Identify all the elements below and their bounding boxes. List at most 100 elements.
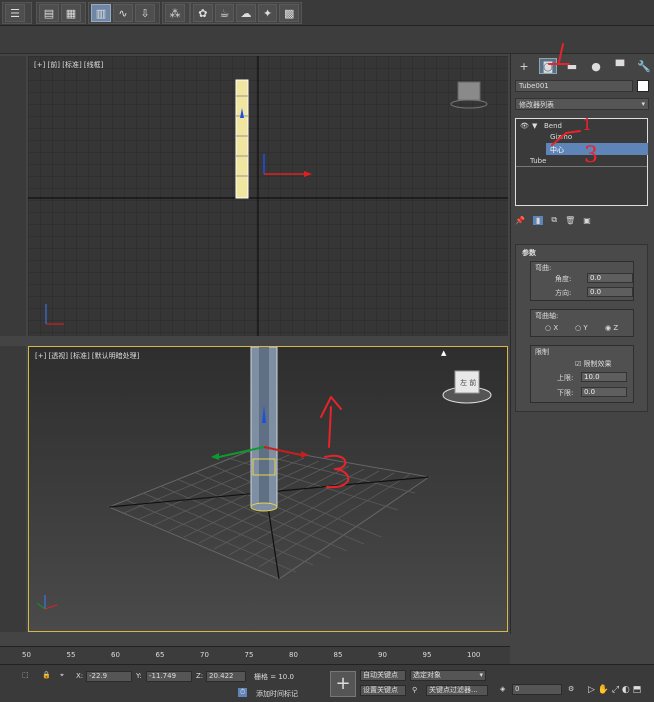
axis-z-radio[interactable]: ◉ Z bbox=[605, 324, 618, 332]
limits-label: 限制 bbox=[535, 348, 549, 356]
limit-effect-label: 限制效果 bbox=[583, 360, 612, 368]
timeline-tick-label: 80 bbox=[289, 651, 298, 659]
show-end-result-icon[interactable]: ▮ bbox=[532, 215, 544, 225]
axis-x-radio[interactable]: ○ X bbox=[545, 324, 558, 332]
object-color-swatch[interactable] bbox=[637, 80, 649, 92]
angle-spinner[interactable]: 0.0 bbox=[587, 273, 633, 283]
parameters-rollout: 参数 弯曲: 角度: 0.0 方向: 0.0 弯曲轴: ○ X ○ Y ◉ Z … bbox=[515, 244, 648, 412]
perspective-viewport-label[interactable]: [+] [透视] [标准] [默认明暗处理] bbox=[35, 351, 139, 361]
bend-axis-group: 弯曲轴: ○ X ○ Y ◉ Z bbox=[530, 309, 634, 337]
grid-size: 栅格 = 10.0 bbox=[254, 673, 294, 681]
lower-limit-spinner[interactable]: 0.0 bbox=[581, 387, 627, 397]
dope-sheet-icon[interactable]: ⇩ bbox=[135, 4, 155, 22]
toolbar-group-1: ☰ bbox=[2, 2, 32, 24]
render-icon[interactable]: ✦ bbox=[257, 4, 278, 22]
axis-x-label: X bbox=[553, 324, 559, 332]
schematic-view-icon[interactable]: ⁂ bbox=[165, 4, 185, 22]
layer-manager-icon[interactable]: ▤ bbox=[39, 4, 59, 22]
params-title[interactable]: 参数 bbox=[522, 248, 536, 258]
make-unique-icon[interactable]: ⧉ bbox=[551, 215, 557, 225]
direction-spinner[interactable]: 0.0 bbox=[587, 287, 633, 297]
stack-item-tube[interactable]: Tube bbox=[530, 157, 546, 165]
toolbar-group-2: ▤ ▦ bbox=[36, 2, 86, 24]
upper-limit-label: 上限: bbox=[557, 374, 574, 382]
left-viewport-edge-2[interactable] bbox=[0, 346, 26, 632]
modifier-stack[interactable]: 👁 ▼ Bend Gizmo 中心 Tube 1 3 bbox=[515, 115, 648, 206]
axis-y-radio[interactable]: ○ Y bbox=[575, 324, 588, 332]
command-panel-tabs: + ◙ ▬ ● ▀ 🔧 bbox=[515, 58, 653, 76]
curve-editor-icon[interactable]: ∿ bbox=[113, 4, 133, 22]
stack-divider bbox=[516, 166, 647, 167]
selected-object-label: 选定对象 bbox=[413, 671, 441, 679]
select-list-icon[interactable]: ☰ bbox=[5, 4, 25, 22]
eye-icon[interactable]: 👁 bbox=[520, 122, 529, 130]
bend-axis-label: 弯曲轴: bbox=[535, 312, 559, 320]
time-tag-icon[interactable]: ⏱ bbox=[238, 688, 248, 697]
auto-key-button[interactable]: 自动关键点 bbox=[360, 670, 406, 681]
limit-effect-checkbox[interactable]: ☑ 限制效果 bbox=[575, 359, 612, 369]
selected-object-dropdown[interactable]: 选定对象 ▾ bbox=[410, 670, 486, 681]
z-label: Z: bbox=[196, 672, 204, 680]
configure-sets-icon[interactable]: ▣ bbox=[583, 216, 591, 225]
viewport-pin-icon[interactable]: ▲ bbox=[441, 349, 446, 357]
key-filter-icon[interactable]: ⚲ bbox=[412, 686, 417, 694]
ribbon-icon[interactable]: ▦ bbox=[61, 4, 81, 22]
set-key-big-button[interactable]: + bbox=[330, 671, 356, 697]
set-key-button[interactable]: 设置关键点 bbox=[360, 685, 406, 696]
y-coordinate-field[interactable]: -11.749 bbox=[146, 671, 192, 682]
pin-stack-icon[interactable]: 📌 bbox=[515, 216, 525, 225]
annotation-3: 3 bbox=[584, 143, 598, 168]
viewport-nav-icons[interactable]: ▷ ✋ ⤢ ◐ ⬒ bbox=[588, 685, 641, 695]
axis-y-label: Y bbox=[583, 324, 588, 332]
toolbar-group-3: ▥ ∿ ⇩ bbox=[88, 2, 160, 24]
collapse-arrow-icon[interactable]: ▼ bbox=[532, 122, 537, 130]
time-config-icon[interactable]: ◈ bbox=[500, 685, 505, 693]
command-panel: + ◙ ▬ ● ▀ 🔧 Tube001 修改器列表 ▾ 👁 ▼ Bend Giz… bbox=[510, 43, 654, 634]
z-coordinate-field[interactable]: 20.422 bbox=[206, 671, 246, 682]
perspective-viewport[interactable]: 左 前 [+] [透视] [标准] [默认明暗处理] ▲ bbox=[28, 346, 508, 632]
utilities-tab-icon[interactable]: 🔧 bbox=[635, 58, 653, 74]
timeline-ruler[interactable]: 50 55 60 65 70 75 80 85 90 95 100 bbox=[0, 646, 510, 664]
object-name-field[interactable]: Tube001 bbox=[515, 80, 633, 92]
timeline-tick-label: 60 bbox=[111, 651, 120, 659]
x-label: X: bbox=[76, 672, 84, 680]
lower-limit-label: 下限: bbox=[557, 389, 574, 397]
time-config-button-icon[interactable]: ⚙ bbox=[568, 685, 574, 693]
absolute-mode-icon[interactable]: ⌖ bbox=[60, 671, 64, 680]
key-filters-button[interactable]: 关键点过滤器... bbox=[426, 685, 488, 696]
selection-icon[interactable]: ⬚ bbox=[22, 671, 29, 679]
motion-tab-icon[interactable]: ● bbox=[587, 58, 605, 74]
render-setup-icon[interactable]: ☕ bbox=[214, 4, 235, 22]
stack-toolbar: 📌 ▮ ⧉ 🗑 ▣ bbox=[515, 212, 648, 228]
timeline-tick-label: 95 bbox=[422, 651, 432, 659]
timeline-tick-label: 50 bbox=[22, 651, 31, 659]
timeline-tick-label: 70 bbox=[200, 651, 209, 659]
toolbar-group-4: ⁂ bbox=[162, 2, 190, 24]
axis-z-label: Z bbox=[613, 324, 619, 332]
front-viewport-label[interactable]: [+] [前] [标准] [线框] bbox=[34, 60, 103, 70]
y-label: Y: bbox=[136, 672, 142, 680]
front-viewport[interactable]: [+] [前] [标准] [线框] bbox=[28, 56, 508, 336]
rendered-frame-icon[interactable]: ☁ bbox=[236, 4, 256, 22]
display-tab-icon[interactable]: ▀ bbox=[611, 58, 629, 74]
add-time-tag[interactable]: 添加时间标记 bbox=[256, 689, 298, 699]
modifier-list-dropdown[interactable]: 修改器列表 ▾ bbox=[515, 98, 649, 110]
lock-icon[interactable]: 🔒 bbox=[42, 671, 51, 679]
create-tab-icon[interactable]: + bbox=[515, 58, 533, 74]
timeline-tick-label: 55 bbox=[66, 651, 76, 659]
annotation-mark bbox=[548, 43, 570, 65]
remove-modifier-icon[interactable]: 🗑 bbox=[565, 216, 575, 225]
x-coordinate-field[interactable]: -22.9 bbox=[86, 671, 132, 682]
material-editor-icon[interactable]: ✿ bbox=[193, 4, 213, 22]
direction-label: 方向: bbox=[555, 289, 572, 297]
render-online-icon[interactable]: ▩ bbox=[279, 4, 299, 22]
angle-label: 角度: bbox=[555, 275, 572, 283]
scene-explorer-icon[interactable]: ▥ bbox=[91, 4, 111, 22]
perspective-scene: 左 前 bbox=[36, 347, 492, 610]
upper-limit-spinner[interactable]: 10.0 bbox=[581, 372, 627, 382]
annotation-arrow bbox=[551, 130, 581, 146]
current-frame-field[interactable]: 0 bbox=[512, 684, 562, 695]
toolbar-group-5: ✿ ☕ ☁ ✦ ▩ bbox=[190, 2, 302, 24]
left-viewport-edge[interactable] bbox=[0, 56, 26, 336]
modifier-list-label: 修改器列表 bbox=[519, 101, 554, 109]
